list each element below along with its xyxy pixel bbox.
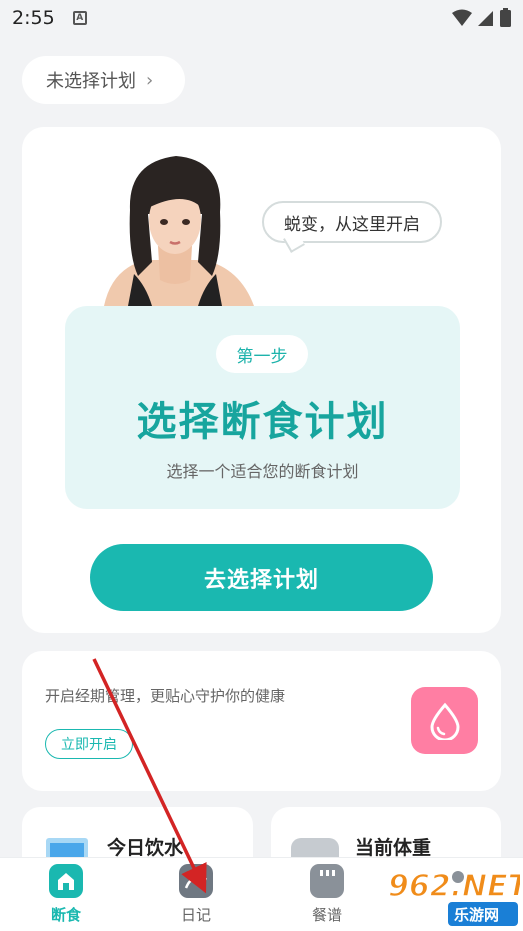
weight-title: 当前体重	[355, 837, 432, 859]
watermark-brand: 962.NET	[388, 869, 520, 904]
plan-selector-chip[interactable]: 未选择计划 ›	[22, 56, 185, 104]
tab-diary-label: 日记	[180, 906, 211, 924]
enable-now-button[interactable]: 立即开启	[45, 729, 133, 759]
period-tile[interactable]	[411, 687, 478, 754]
speech-bubble: 蜕变，从这里开启	[262, 201, 442, 243]
tab-recipes-label: 餐谱	[311, 906, 342, 924]
tab-fasting[interactable]: 断食	[26, 864, 106, 928]
water-title: 今日饮水	[107, 837, 184, 859]
notification-icon: A	[72, 11, 87, 25]
period-management-card[interactable]: 开启经期管理，更贴心守护你的健康 立即开启	[22, 651, 501, 791]
tab-recipes[interactable]: 餐谱	[287, 864, 367, 928]
wifi-icon	[452, 9, 472, 26]
watermark-site: 乐游网	[454, 906, 499, 924]
battery-icon	[500, 8, 511, 27]
step-badge: 第一步	[216, 335, 308, 373]
step-panel: 第一步 选择断食计划 选择一个适合您的断食计划	[65, 306, 460, 509]
status-bar: 2:55 A	[0, 0, 523, 36]
chevron-right-icon: ›	[146, 69, 154, 91]
cell-signal-icon	[478, 10, 493, 26]
woman-illustration	[104, 156, 254, 306]
step-subtitle: 选择一个适合您的断食计划	[166, 462, 359, 481]
tab-fasting-label: 断食	[50, 906, 81, 924]
plan-chip-label: 未选择计划	[46, 71, 136, 92]
period-description: 开启经期管理，更贴心守护你的健康	[45, 687, 286, 705]
droplet-icon	[429, 702, 460, 740]
choose-plan-button[interactable]: 去选择计划	[90, 544, 433, 611]
speech-text: 蜕变，从这里开启	[284, 214, 420, 235]
status-time: 2:55	[12, 7, 55, 29]
site-watermark: 962.NET 乐游网	[387, 868, 520, 926]
step-title: 选择断食计划	[136, 399, 389, 445]
recipe-icon	[310, 864, 344, 898]
status-icons	[452, 8, 511, 27]
diary-icon	[179, 864, 213, 898]
hero-card: 蜕变，从这里开启 第一步 选择断食计划 选择一个适合您的断食计划 去选择计划	[22, 127, 501, 633]
home-icon	[49, 864, 83, 898]
tab-diary[interactable]: 日记	[156, 864, 236, 928]
